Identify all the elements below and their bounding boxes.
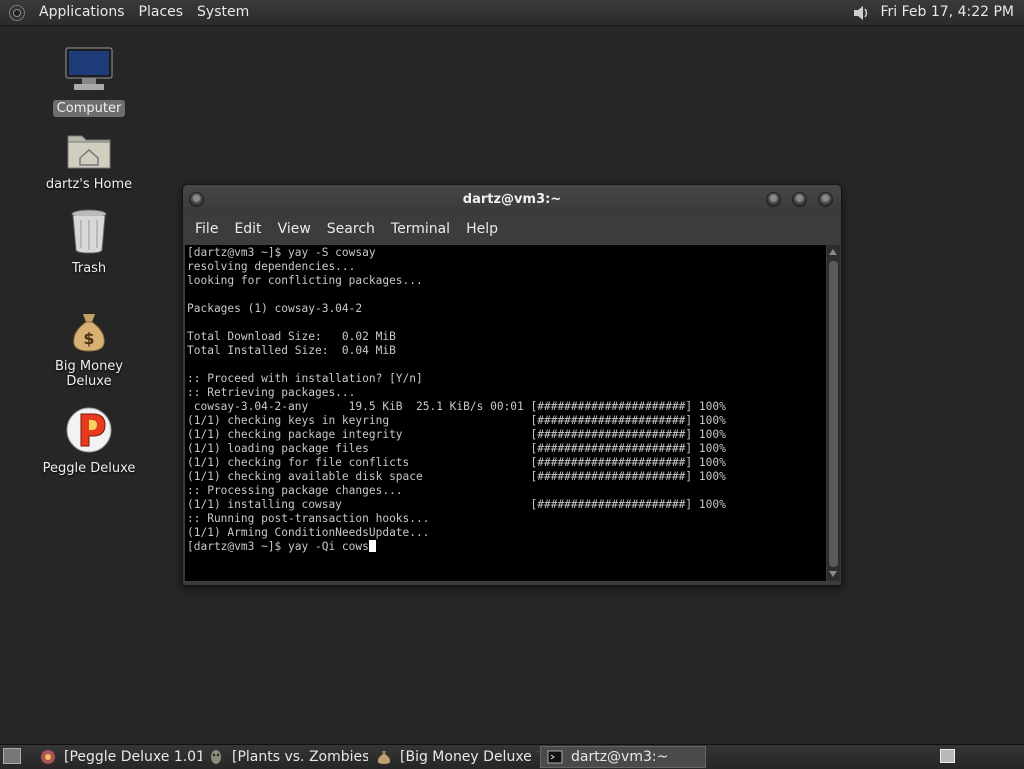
top-right-area: Fri Feb 17, 4:22 PM <box>851 0 1024 25</box>
terminal-line: resolving dependencies... <box>187 260 355 273</box>
desktop-icon-label: Computer <box>53 100 126 117</box>
terminal-line: (1/1) checking for file conflicts [#####… <box>187 456 726 469</box>
money-bag-icon <box>376 749 392 765</box>
desktop-icon-label: Peggle Deluxe <box>39 460 140 477</box>
window-title: dartz@vm3:~ <box>463 192 561 207</box>
peggle-icon <box>40 749 56 765</box>
gnome-foot-icon[interactable] <box>8 4 26 22</box>
task-peggle[interactable]: [Peggle Deluxe 1.01] <box>34 746 202 768</box>
terminal-line: :: Proceed with installation? [Y/n] <box>187 372 423 385</box>
terminal-line: :: Running post-transaction hooks... <box>187 512 429 525</box>
terminal-line: Packages (1) cowsay-3.04-2 <box>187 302 362 315</box>
task-plants-vs-zombies[interactable]: [Plants vs. Zombies] <box>202 746 368 768</box>
menu-search[interactable]: Search <box>319 221 383 237</box>
desktop-icon-label: dartz's Home <box>42 176 136 193</box>
terminal-line: :: Retrieving packages... <box>187 386 355 399</box>
bottom-taskbar: [Peggle Deluxe 1.01] [Plants vs. Zombies… <box>0 744 1024 769</box>
task-label: [Peggle Deluxe 1.01] <box>64 749 202 765</box>
terminal-output[interactable]: [dartz@vm3 ~]$ yay -S cowsay resolving d… <box>185 245 826 581</box>
task-label: [Big Money Deluxe 1... <box>400 749 538 765</box>
terminal-text: [dartz@vm3 ~]$ yay -S cowsay resolving d… <box>185 245 826 555</box>
desktop-icon-home[interactable]: dartz's Home <box>34 128 144 193</box>
terminal-window[interactable]: dartz@vm3:~ File Edit View Search Termin… <box>182 184 842 586</box>
window-menu-icon[interactable] <box>189 192 204 207</box>
terminal-line: Total Installed Size: 0.04 MiB <box>187 344 396 357</box>
task-terminal[interactable]: dartz@vm3:~ <box>540 746 706 768</box>
desktop-icon-peggle[interactable]: Peggle Deluxe <box>34 406 144 477</box>
computer-icon <box>34 46 144 98</box>
top-menu: Applications Places System <box>0 0 256 25</box>
terminal-cursor <box>369 540 376 552</box>
peggle-icon <box>34 406 144 458</box>
places-menu[interactable]: Places <box>132 0 191 25</box>
terminal-scrollbar[interactable] <box>827 245 840 581</box>
scroll-up-icon[interactable] <box>829 249 837 255</box>
speaker-icon[interactable] <box>851 3 871 23</box>
task-label: [Plants vs. Zombies] <box>232 749 368 765</box>
terminal-line: looking for conflicting packages... <box>187 274 423 287</box>
terminal-line: Total Download Size: 0.02 MiB <box>187 330 396 343</box>
menu-view[interactable]: View <box>270 221 319 237</box>
top-panel: Applications Places System Fri Feb 17, 4… <box>0 0 1024 26</box>
home-folder-icon <box>34 128 144 174</box>
show-desktop-icon[interactable] <box>3 748 21 764</box>
clock[interactable]: Fri Feb 17, 4:22 PM <box>881 0 1024 25</box>
terminal-line: (1/1) installing cowsay [###############… <box>187 498 726 511</box>
menu-file[interactable]: File <box>187 221 226 237</box>
terminal-line: (1/1) checking package integrity [######… <box>187 428 726 441</box>
terminal-line: (1/1) loading package files [###########… <box>187 442 726 455</box>
terminal-line: (1/1) checking available disk space [###… <box>187 470 726 483</box>
task-label: dartz@vm3:~ <box>571 749 668 765</box>
menu-help[interactable]: Help <box>458 221 506 237</box>
desktop-icon-label: Big Money Deluxe <box>34 358 144 390</box>
minimize-button[interactable] <box>766 192 781 207</box>
terminal-line: [dartz@vm3 ~]$ yay -Qi cows <box>187 540 369 553</box>
terminal-line: cowsay-3.04-2-any 19.5 KiB 25.1 KiB/s 00… <box>187 400 726 413</box>
terminal-line: (1/1) Arming ConditionNeedsUpdate... <box>187 526 429 539</box>
menu-terminal[interactable]: Terminal <box>383 221 458 237</box>
terminal-menubar: File Edit View Search Terminal Help <box>183 215 841 243</box>
workspace-switcher[interactable] <box>940 749 955 763</box>
terminal-line: (1/1) checking keys in keyring [########… <box>187 414 726 427</box>
close-button[interactable] <box>818 192 833 207</box>
terminal-line: :: Processing package changes... <box>187 484 403 497</box>
scroll-down-icon[interactable] <box>829 571 837 577</box>
desktop-icon-trash[interactable]: Trash <box>34 208 144 277</box>
trash-icon <box>34 208 144 258</box>
maximize-button[interactable] <box>792 192 807 207</box>
scroll-thumb[interactable] <box>829 261 838 567</box>
menu-edit[interactable]: Edit <box>226 221 269 237</box>
desktop-icon-label: Trash <box>68 260 110 277</box>
task-big-money[interactable]: [Big Money Deluxe 1... <box>370 746 538 768</box>
svg-text:$: $ <box>83 329 94 348</box>
zombie-icon <box>208 749 224 765</box>
terminal-icon <box>547 749 563 765</box>
applications-menu[interactable]: Applications <box>32 0 132 25</box>
system-menu[interactable]: System <box>190 0 256 25</box>
desktop-icon-big-money[interactable]: $ Big Money Deluxe <box>34 310 144 390</box>
window-titlebar[interactable]: dartz@vm3:~ <box>183 185 841 215</box>
money-bag-icon: $ <box>34 310 144 356</box>
desktop-icon-computer[interactable]: Computer <box>34 46 144 117</box>
terminal-line: [dartz@vm3 ~]$ yay -S cowsay <box>187 246 376 259</box>
